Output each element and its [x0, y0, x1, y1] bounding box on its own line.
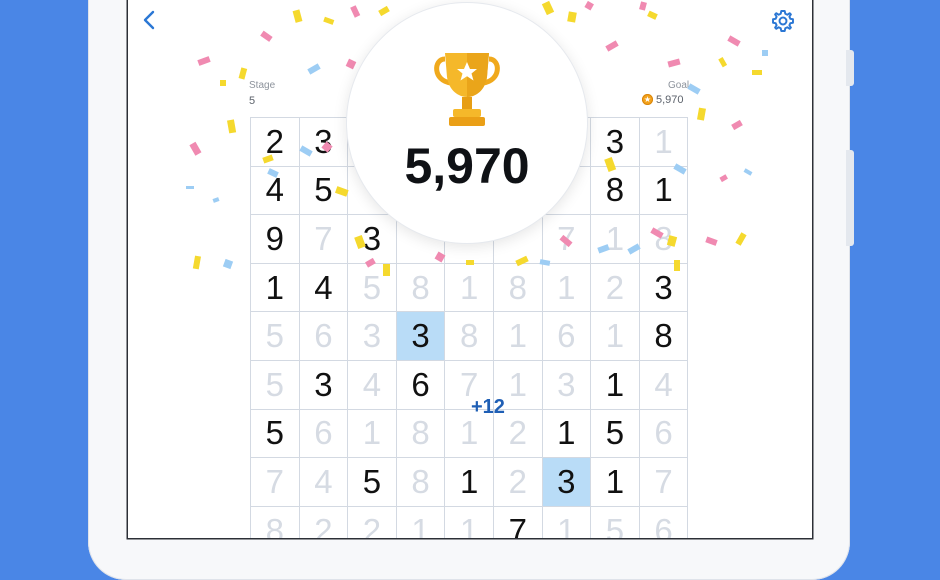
grid-cell[interactable]: 3: [591, 118, 640, 167]
goal-label: Goal: [668, 80, 690, 91]
grid-cell[interactable]: 5: [348, 458, 397, 507]
stage-value: 5: [249, 95, 256, 107]
grid-cell[interactable]: 1: [445, 263, 494, 313]
grid-cell[interactable]: 5: [591, 506, 640, 538]
grid-cell[interactable]: 4: [299, 458, 349, 507]
grid-cell[interactable]: 1: [493, 312, 543, 361]
grid-cell[interactable]: 1: [591, 215, 640, 264]
grid-cell[interactable]: 1: [591, 360, 640, 410]
score-badge: 5,970: [346, 2, 588, 244]
grid-cell[interactable]: 4: [251, 166, 300, 216]
grid-cell[interactable]: 5: [348, 263, 397, 313]
grid-cell[interactable]: 1: [591, 458, 640, 507]
grid-cell[interactable]: 7: [542, 215, 592, 264]
grid-cell[interactable]: 3: [542, 458, 592, 507]
grid-cell[interactable]: 3: [542, 360, 592, 410]
grid-cell[interactable]: 7: [299, 215, 349, 264]
grid-cell[interactable]: 3: [348, 312, 397, 361]
grid-cell[interactable]: 6: [639, 409, 689, 459]
gear-icon[interactable]: [770, 8, 796, 34]
grid-cell[interactable]: 2: [591, 263, 640, 313]
grid-cell[interactable]: 1: [445, 506, 494, 538]
grid-cell[interactable]: 7: [639, 458, 689, 507]
grid-cell[interactable]: 6: [299, 312, 349, 361]
grid-cell[interactable]: 8: [591, 166, 640, 216]
grid-cell[interactable]: 9: [251, 215, 300, 264]
grid-cell[interactable]: 6: [639, 506, 689, 538]
stage-label: Stage: [249, 80, 276, 91]
grid-cell[interactable]: 3: [396, 312, 446, 361]
grid-cell[interactable]: 1: [542, 506, 592, 538]
grid-cell[interactable]: 8: [396, 409, 446, 459]
trophy-icon: [434, 53, 500, 126]
grid-cell[interactable]: 5: [251, 409, 300, 459]
final-score: 5,970: [404, 138, 530, 194]
grid-cell[interactable]: 2: [299, 506, 349, 538]
grid-cell[interactable]: 8: [396, 458, 446, 507]
grid-cell[interactable]: 6: [396, 360, 446, 410]
grid-cell[interactable]: 1: [396, 506, 446, 538]
grid-cell[interactable]: 8: [251, 506, 300, 538]
grid-cell[interactable]: 4: [348, 360, 397, 410]
device-side-button: [846, 150, 854, 246]
chevron-left-icon[interactable]: [138, 8, 162, 32]
grid-cell[interactable]: 3: [299, 118, 349, 167]
bonus-points: +12: [471, 396, 505, 418]
grid-cell[interactable]: 1: [542, 409, 592, 459]
grid-cell[interactable]: 3: [299, 360, 349, 410]
grid-cell[interactable]: 6: [299, 409, 349, 459]
grid-cell[interactable]: 2: [493, 458, 543, 507]
grid-cell[interactable]: 2: [251, 118, 300, 167]
grid-cell[interactable]: 6: [542, 312, 592, 361]
game-screen: Stage 5 Goal ★ 5,970 2331458197371814581…: [128, 0, 812, 538]
grid-cell[interactable]: 1: [348, 409, 397, 459]
coin-icon: ★: [642, 94, 653, 105]
grid-cell[interactable]: 1: [251, 263, 300, 313]
grid-cell[interactable]: 4: [639, 360, 689, 410]
grid-cell[interactable]: 8: [639, 312, 689, 361]
grid-cell[interactable]: 1: [591, 312, 640, 361]
grid-cell[interactable]: 5: [299, 166, 349, 216]
grid-cell[interactable]: 8: [445, 312, 494, 361]
grid-cell[interactable]: 1: [639, 166, 689, 216]
goal-value: 5,970: [656, 94, 684, 106]
grid-cell[interactable]: 8: [396, 263, 446, 313]
grid-cell[interactable]: 2: [348, 506, 397, 538]
grid-cell[interactable]: 3: [348, 215, 397, 264]
grid-cell[interactable]: 5: [251, 360, 300, 410]
grid-cell[interactable]: 4: [299, 263, 349, 313]
device-side-button: [846, 50, 854, 86]
grid-cell[interactable]: 8: [493, 263, 543, 313]
grid-cell[interactable]: 5: [591, 409, 640, 459]
grid-cell[interactable]: 7: [251, 458, 300, 507]
grid-cell[interactable]: 8: [639, 215, 689, 264]
grid-cell[interactable]: 3: [639, 263, 689, 313]
grid-cell[interactable]: 7: [493, 506, 543, 538]
grid-cell[interactable]: 1: [445, 458, 494, 507]
grid-cell[interactable]: 1: [639, 118, 689, 167]
grid-cell[interactable]: 5: [251, 312, 300, 361]
grid-cell[interactable]: 1: [542, 263, 592, 313]
